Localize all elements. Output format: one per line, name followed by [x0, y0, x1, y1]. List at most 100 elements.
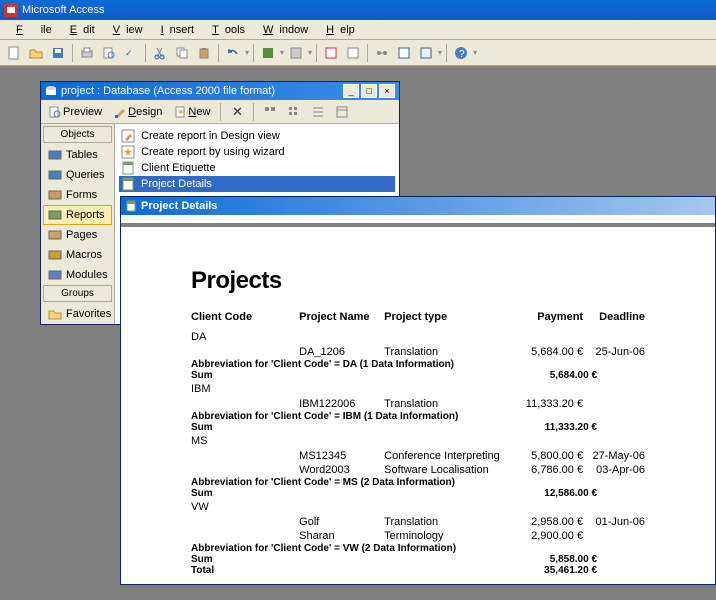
undo-icon[interactable] — [223, 43, 243, 63]
menu-view[interactable]: View — [101, 22, 149, 38]
cell-deadline — [587, 530, 645, 542]
delete-icon[interactable]: ✕ — [227, 102, 247, 122]
report-row: MS12345Conference Interpreting5,800.00 €… — [191, 449, 645, 463]
sidebar-item-favorites[interactable]: Favorites — [43, 304, 112, 324]
list-item-label: Project Details — [141, 178, 212, 190]
dropdown-arrow-icon[interactable]: ▾ — [245, 48, 249, 57]
sidebar-item-reports[interactable]: Reports — [43, 205, 112, 225]
report-heading: Projects — [191, 267, 645, 295]
favorites-icon — [48, 308, 62, 320]
pages-icon — [48, 229, 62, 241]
group-summary-text: Abbreviation for 'Client Code' = VW (2 D… — [191, 543, 645, 554]
paste-icon[interactable] — [194, 43, 214, 63]
large-icons-icon[interactable] — [260, 102, 280, 122]
menu-insert[interactable]: Insert — [149, 22, 201, 38]
col-client-code: Client Code — [191, 311, 299, 323]
menu-window[interactable]: Window — [251, 22, 314, 38]
sidebar-item-macros[interactable]: Macros — [43, 245, 112, 265]
report-content: Projects Client Code Project Name Projec… — [121, 267, 715, 576]
sidebar-groups-header[interactable]: Groups — [43, 285, 112, 302]
group-sum-row: Sum11,333.20 € — [191, 422, 645, 433]
list-item-label: Create report by using wizard — [141, 146, 285, 158]
database-window-titlebar[interactable]: project : Database (Access 2000 file for… — [41, 82, 399, 100]
sidebar-item-pages[interactable]: Pages — [43, 225, 112, 245]
dropdown-arrow-icon[interactable]: ▾ — [473, 48, 477, 57]
code-icon[interactable] — [321, 43, 341, 63]
dropdown-arrow-icon[interactable]: ▾ — [280, 48, 284, 57]
cell-project-name: DA_1206 — [299, 346, 384, 358]
analyze-icon[interactable] — [286, 43, 306, 63]
maximize-button[interactable]: □ — [361, 84, 377, 98]
cell-project-type: Translation — [384, 346, 517, 358]
close-button[interactable]: × — [379, 84, 395, 98]
total-label: Total — [191, 565, 529, 576]
script-icon[interactable] — [343, 43, 363, 63]
separator — [72, 44, 73, 62]
queries-icon — [48, 169, 62, 181]
group-sum-row: Sum5,684.00 € — [191, 370, 645, 381]
sidebar-item-tables[interactable]: Tables — [43, 145, 112, 165]
svg-text:✓: ✓ — [125, 48, 133, 58]
sidebar-item-label: Forms — [66, 189, 97, 201]
open-icon[interactable] — [26, 43, 46, 63]
list-item[interactable]: Create report in Design view — [119, 128, 395, 144]
properties-icon[interactable] — [394, 43, 414, 63]
separator — [218, 44, 219, 62]
menu-help[interactable]: Help — [314, 22, 361, 38]
cut-icon[interactable] — [150, 43, 170, 63]
list-item[interactable]: Project Details — [119, 176, 395, 192]
sidebar-item-queries[interactable]: Queries — [43, 165, 112, 185]
separator — [253, 103, 254, 121]
list-item[interactable]: Client Etiquette — [119, 160, 395, 176]
database-toolbar: Preview Design ✶ New ✕ — [41, 100, 399, 124]
build-icon[interactable] — [416, 43, 436, 63]
dropdown-arrow-icon[interactable]: ▾ — [438, 48, 442, 57]
list-icon[interactable] — [308, 102, 328, 122]
database-window-title: project : Database (Access 2000 file for… — [61, 85, 341, 97]
office-links-icon[interactable] — [258, 43, 278, 63]
sum-value: 5,684.00 € — [529, 370, 597, 381]
dropdown-arrow-icon[interactable]: ▾ — [308, 48, 312, 57]
details-icon[interactable] — [332, 102, 352, 122]
small-icons-icon[interactable] — [284, 102, 304, 122]
spelling-icon[interactable]: ✓ — [121, 43, 141, 63]
sidebar-item-modules[interactable]: Modules — [43, 265, 112, 285]
group-summary-text: Abbreviation for 'Client Code' = MS (2 D… — [191, 477, 645, 488]
access-app-icon — [4, 3, 18, 17]
macros-icon — [48, 249, 62, 261]
report-ruler — [121, 223, 715, 227]
relationships-icon[interactable] — [372, 43, 392, 63]
copy-icon[interactable] — [172, 43, 192, 63]
cell-deadline — [587, 398, 645, 410]
cell-payment: 5,684.00 € — [517, 346, 583, 358]
cell-payment: 5,800.00 € — [517, 450, 583, 462]
design-button[interactable]: Design — [110, 105, 166, 119]
sidebar-item-label: Reports — [66, 209, 105, 221]
sum-label: Sum — [191, 370, 529, 381]
print-preview-icon[interactable] — [99, 43, 119, 63]
list-item[interactable]: Create report by using wizard — [119, 144, 395, 160]
sum-value: 5,858.00 € — [529, 554, 597, 565]
cell-payment: 2,958.00 € — [517, 516, 583, 528]
print-icon[interactable] — [77, 43, 97, 63]
report-column-headers: Client Code Project Name Project type Pa… — [191, 311, 645, 323]
save-icon[interactable] — [48, 43, 68, 63]
svg-text:?: ? — [459, 49, 465, 60]
cell-deadline: 01-Jun-06 — [587, 516, 645, 528]
minimize-button[interactable]: _ — [343, 84, 359, 98]
sidebar-item-label: Modules — [66, 269, 108, 281]
new-icon[interactable] — [4, 43, 24, 63]
help-icon[interactable]: ? — [451, 43, 471, 63]
group-summary-text: Abbreviation for 'Client Code' = IBM (1 … — [191, 411, 645, 422]
menu-tools[interactable]: Tools — [200, 22, 251, 38]
preview-button[interactable]: Preview — [45, 105, 106, 119]
modules-icon — [48, 269, 62, 281]
menu-edit[interactable]: Edit — [58, 22, 101, 38]
sidebar-objects-header[interactable]: Objects — [43, 126, 112, 143]
report-window-titlebar[interactable]: Project Details — [121, 197, 715, 215]
sidebar-item-forms[interactable]: Forms — [43, 185, 112, 205]
menu-file[interactable]: File — [4, 22, 58, 38]
new-button[interactable]: ✶ New — [170, 105, 214, 119]
report-total-row: Total 35,461.20 € — [191, 565, 645, 576]
report-body[interactable]: Projects Client Code Project Name Projec… — [121, 215, 715, 584]
